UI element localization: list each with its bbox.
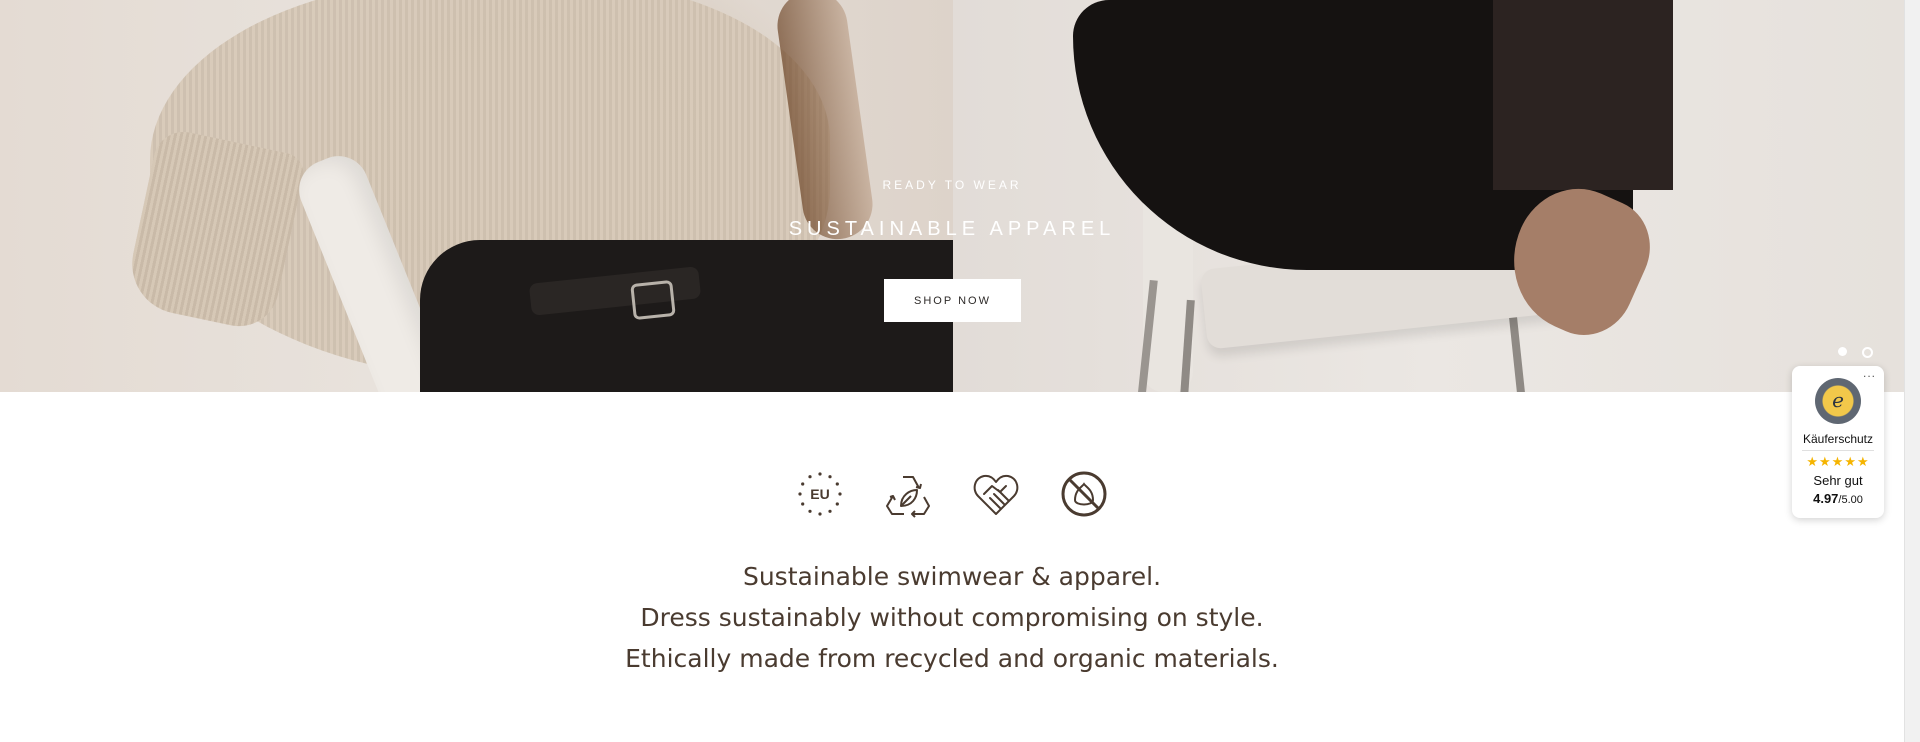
tagline-line-2: Dress sustainably without compromising o… xyxy=(640,603,1264,632)
buyer-protection-label: Käuferschutz xyxy=(1802,432,1874,446)
more-options-icon[interactable]: ... xyxy=(1863,366,1876,380)
divider xyxy=(1802,450,1874,451)
score-value: 4.97 xyxy=(1813,491,1839,506)
rating-score: 4.97/5.00 xyxy=(1792,491,1884,506)
heart-handshake-icon xyxy=(972,470,1020,518)
rating-stars: ★★★★★ xyxy=(1806,454,1870,469)
page: READY TO WEAR SUSTAINABLE APPAREL SHOP N… xyxy=(0,0,1904,742)
tagline-line-3: Ethically made from recycled and organic… xyxy=(625,644,1279,673)
slideshow-dots xyxy=(1838,347,1878,359)
hero-banner: READY TO WEAR SUSTAINABLE APPAREL SHOP N… xyxy=(0,0,1904,392)
rating-text: Sehr gut xyxy=(1813,473,1863,488)
hero-overlay: READY TO WEAR SUSTAINABLE APPAREL SHOP N… xyxy=(0,0,1904,392)
trusted-shops-badge[interactable]: ... e Käuferschutz ★★★★★ Sehr gut 4.97/5… xyxy=(1792,366,1884,518)
seal-letter: e xyxy=(1832,388,1844,412)
eu-icon: EU xyxy=(796,470,844,518)
score-max: /5.00 xyxy=(1838,494,1863,506)
recycle-leaf-icon xyxy=(884,470,932,518)
eu-text: EU xyxy=(810,486,829,502)
slide-dot-2[interactable] xyxy=(1862,347,1873,358)
hero-eyebrow: READY TO WEAR xyxy=(882,178,1022,192)
tagline-line-1: Sustainable swimwear & apparel. xyxy=(742,562,1162,591)
hero-title: SUSTAINABLE APPAREL xyxy=(788,218,1116,240)
trusted-shops-seal-icon: e xyxy=(1815,378,1861,424)
shop-now-button[interactable]: SHOP NOW xyxy=(884,279,1021,322)
no-plastic-icon xyxy=(1060,470,1108,518)
slide-dot-1[interactable] xyxy=(1838,347,1847,356)
scrollbar[interactable] xyxy=(1904,0,1920,742)
value-icons: EU xyxy=(796,470,1108,520)
